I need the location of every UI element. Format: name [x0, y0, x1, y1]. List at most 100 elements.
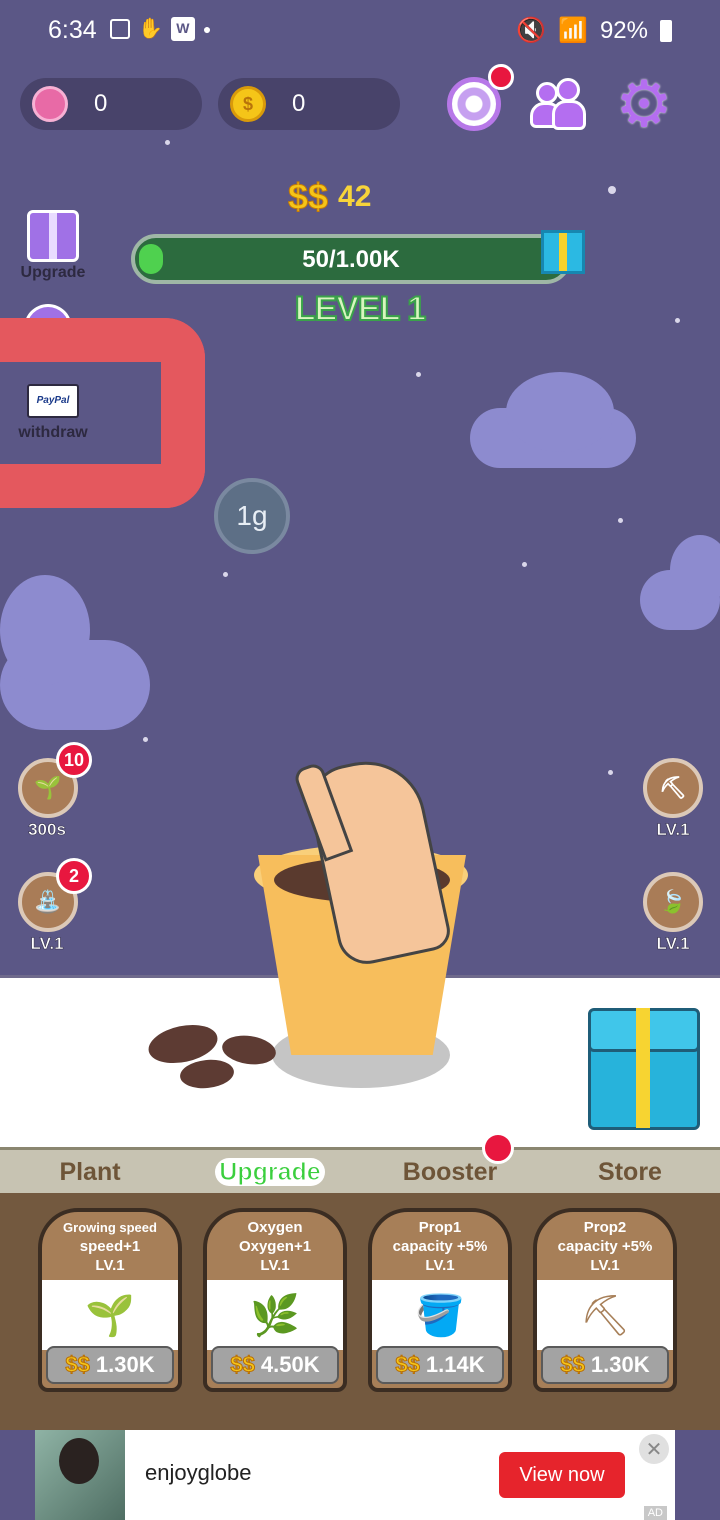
coin-icon: $ [230, 86, 266, 122]
upgrade-card-prop2[interactable]: Prop2 capacity +5% LV.1 ⛏ $$ 1.30K [533, 1208, 677, 1392]
ad-advertiser-name: enjoyglobe [145, 1460, 252, 1485]
card-title: Oxygen [247, 1219, 303, 1236]
card-level: LV.1 [95, 1257, 125, 1274]
upgrade-price-button[interactable]: $$ 1.30K [541, 1346, 669, 1384]
card-effect: speed+1 [79, 1238, 141, 1255]
gems-counter[interactable]: 0 [20, 78, 202, 130]
notification-icons: ✋ W ● [110, 16, 211, 41]
ad-view-now-button[interactable]: View now [499, 1452, 625, 1498]
star [223, 572, 228, 577]
mute-icon: 🔇 [516, 17, 547, 44]
price-value: 1.14K [425, 1352, 485, 1377]
cash-icon: $$ [395, 1352, 421, 1378]
coins-counter[interactable]: $ 0 [218, 78, 400, 130]
shovel-button[interactable]: ⛏ [643, 758, 703, 818]
ad-banner[interactable]: enjoyglobe View now ✕ AD [35, 1430, 675, 1520]
watering-badge: 2 [56, 858, 92, 894]
gems-value: 0 [94, 90, 108, 117]
watering-level-label: LV.1 [30, 934, 64, 954]
ad-close-icon[interactable]: ✕ [639, 1434, 669, 1464]
cloud [506, 372, 614, 452]
level-progress-bar: 50/1.00K [131, 230, 585, 284]
tab-upgrade-label: Upgrade [215, 1158, 325, 1187]
star [608, 770, 613, 775]
card-level: LV.1 [590, 1257, 620, 1274]
hand-icon: ✋ [138, 18, 163, 40]
friends-icon [530, 78, 586, 130]
price-value: 1.30K [95, 1352, 155, 1377]
card-level: LV.1 [425, 1257, 455, 1274]
tab-plant[interactable]: Plant [0, 1150, 180, 1193]
star [522, 562, 527, 567]
fertilizer-button[interactable]: 🍃 [643, 872, 703, 932]
gem-icon [32, 86, 68, 122]
cash-icon: $$ [230, 1352, 256, 1378]
card-title: Growing speed [63, 1220, 157, 1235]
shovel-icon: ⛏ [659, 775, 687, 800]
card-effect: capacity +5% [392, 1238, 488, 1255]
shovel-level-label: LV.1 [656, 820, 690, 840]
battery-icon [660, 19, 672, 42]
upgrade-card-oxygen[interactable]: Oxygen Oxygen+1 LV.1 🌿 $$ 4.50K [203, 1208, 347, 1392]
star [416, 372, 421, 377]
star [143, 737, 148, 742]
upgrade-card-growing-speed[interactable]: Growing speed speed+1 LV.1 🌱 $$ 1.30K [38, 1208, 182, 1392]
booster-notification-dot [482, 1132, 514, 1164]
card-effect: Oxygen+1 [238, 1238, 312, 1255]
cash-amount: 42 [338, 180, 372, 213]
progress-gift-icon[interactable] [541, 230, 585, 274]
coins-value: 0 [292, 90, 306, 117]
fertilizer-bag-icon: 🍃 [659, 889, 687, 914]
upgrade-card-prop1[interactable]: Prop1 capacity +5% LV.1 🪣 $$ 1.14K [368, 1208, 512, 1392]
star [618, 518, 623, 523]
tab-booster[interactable]: Booster [360, 1150, 540, 1193]
price-value: 1.30K [590, 1352, 650, 1377]
bottom-tab-bar: Plant Upgrade Booster Store [0, 1147, 720, 1193]
card-level: LV.1 [260, 1257, 290, 1274]
sprout-icon: 🌱 [34, 775, 62, 800]
upgrade-side-label: Upgrade [20, 264, 86, 281]
plant-hand-icon: 🌱 [42, 1280, 178, 1350]
wifi-icon: 📶 [558, 17, 588, 44]
seed-timer-label: 300s [28, 820, 66, 840]
gift-icon [27, 210, 79, 262]
gear-icon: ⚙ [615, 68, 673, 140]
upgrade-price-button[interactable]: $$ 4.50K [211, 1346, 339, 1384]
seed-badge: 10 [56, 742, 92, 778]
status-time: 6:34 [48, 16, 97, 44]
tab-store[interactable]: Store [540, 1150, 720, 1193]
gift-box-button[interactable] [588, 1000, 706, 1130]
system-icons: 🔇 📶 92% [516, 16, 672, 45]
wheel-notification-dot [488, 64, 514, 90]
price-value: 4.50K [260, 1352, 320, 1377]
dot-icon: ● [202, 20, 212, 37]
shovel-icon: ⛏ [537, 1280, 673, 1350]
tab-upgrade[interactable]: Upgrade [180, 1150, 360, 1193]
gallery-icon [110, 18, 130, 39]
watering-can-icon: ⛲ [34, 889, 62, 914]
oxygen-bubble[interactable]: 1g [214, 478, 290, 554]
ad-tag: AD [643, 1506, 667, 1520]
fertilizer-level-label: LV.1 [656, 934, 690, 954]
star [608, 186, 616, 194]
cash-display: $$ 42 [287, 176, 372, 218]
status-bar: 6:34 ✋ W ● 🔇 📶 92% [0, 0, 720, 60]
upgrade-price-button[interactable]: $$ 1.30K [46, 1346, 174, 1384]
cash-icon: $$ [65, 1352, 91, 1378]
cloud [0, 575, 90, 685]
w-app-icon: W [170, 16, 195, 41]
red-annotation-mark [0, 318, 205, 508]
leaf-icon: 🌿 [207, 1280, 343, 1350]
battery-text: 92% [599, 16, 648, 44]
ad-image [35, 1430, 125, 1520]
cash-icon: $$ [287, 176, 329, 218]
card-title: Prop1 [418, 1219, 462, 1236]
progress-text: 50/1.00K [302, 246, 400, 273]
settings-button[interactable]: ⚙ [614, 68, 674, 140]
friends-button[interactable] [528, 74, 588, 134]
upgrade-side-button[interactable]: Upgrade [10, 210, 96, 282]
upgrade-price-button[interactable]: $$ 1.14K [376, 1346, 504, 1384]
watering-can-icon: 🪣 [372, 1280, 508, 1350]
star [165, 140, 170, 145]
card-title: Prop2 [583, 1219, 627, 1236]
